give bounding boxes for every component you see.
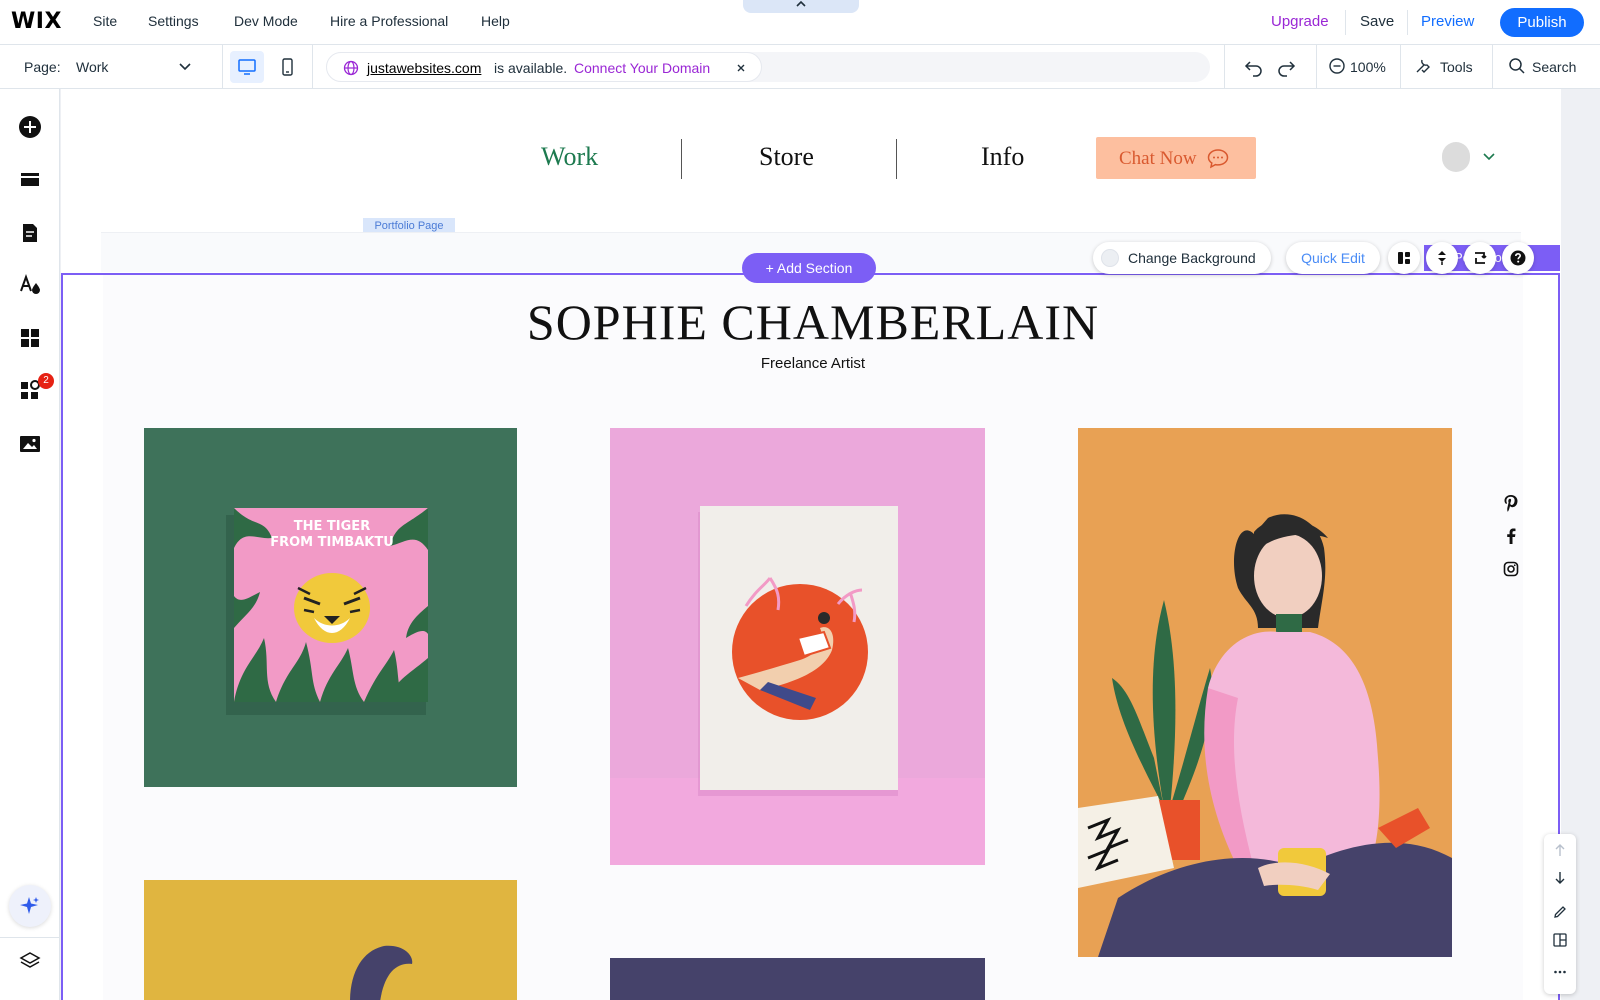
divider [312,45,313,89]
change-background-button[interactable]: Change Background [1093,242,1271,274]
preview-button[interactable]: Preview [1421,13,1474,30]
desktop-view-button[interactable] [230,51,264,83]
domain-name-link[interactable]: justawebsites.com [367,60,481,76]
globe-icon [343,60,359,76]
animation-button[interactable] [1464,242,1496,274]
quick-edit-button[interactable]: Quick Edit [1286,242,1380,274]
edit-pencil-icon[interactable] [1552,904,1568,920]
divider [1224,45,1225,89]
desktop-icon [238,58,256,76]
help-button[interactable] [1502,242,1534,274]
chat-bubble-icon [1206,147,1230,169]
section-move-tools [1544,834,1576,994]
change-background-label: Change Background [1128,250,1256,266]
menu-help[interactable]: Help [481,13,510,29]
notification-badge: 2 [38,373,54,389]
move-down-icon[interactable] [1552,870,1568,886]
nav-store[interactable]: Store [759,142,814,172]
portfolio-section[interactable]: SOPHIE CHAMBERLAIN Freelance Artist THE … [61,273,1560,1000]
save-button[interactable]: Save [1360,13,1394,30]
divider [1345,10,1346,35]
search-icon[interactable] [1508,57,1526,75]
nav-work[interactable]: Work [541,142,598,172]
layout-icon [1396,250,1412,266]
publish-button[interactable]: Publish [1500,8,1584,37]
media-icon[interactable] [18,432,42,456]
animation-icon [1472,250,1488,266]
domain-notice: justawebsites.com is available. Connect … [326,52,762,82]
collapse-toolbar-tab[interactable] [743,0,859,13]
artist-subtitle[interactable]: Freelance Artist [63,355,1561,372]
wix-logo[interactable]: WIX [11,9,62,34]
mobile-view-button[interactable] [270,51,304,83]
avatar[interactable] [1442,142,1470,172]
portfolio-image-dark[interactable] [610,958,985,1000]
redo-icon[interactable] [1276,57,1296,77]
portfolio-image-woman-plant[interactable] [1078,428,1452,957]
chevron-up-icon [794,0,808,9]
instagram-icon[interactable] [1503,560,1519,578]
menu-site[interactable]: Site [93,13,117,29]
tools-icon[interactable] [1414,57,1432,75]
nav-divider [681,139,682,179]
section-layout-icon[interactable] [1552,932,1568,948]
zoom-out-icon[interactable] [1328,57,1346,75]
domain-available-text: is available. [494,60,568,76]
domain-banner: justawebsites.com is available. Connect … [326,52,1210,82]
nav-info[interactable]: Info [981,142,1024,172]
editor-toolbar: Page: Work justawebsites.com is availabl… [0,45,1600,89]
artist-name[interactable]: SOPHIE CHAMBERLAIN [63,293,1561,351]
tiger-book-title-line1: THE TIGER [294,519,370,534]
undo-icon[interactable] [1244,57,1264,77]
move-up-icon[interactable] [1552,842,1568,858]
connect-domain-link[interactable]: Connect Your Domain [574,60,710,76]
page-label: Page: [24,59,61,75]
left-toolbar: 2 [0,89,60,1000]
portfolio-image-yellow[interactable] [144,880,517,1000]
chat-now-button[interactable]: Chat Now [1096,137,1256,179]
theme-icon[interactable] [18,273,42,297]
divider [1316,45,1317,89]
sparkle-icon [19,895,41,917]
layers-icon[interactable] [18,949,42,973]
divider [222,45,223,89]
mobile-icon [278,58,296,76]
sections-icon[interactable] [18,168,42,192]
top-bar: WIX Site Settings Dev Mode Hire a Profes… [0,0,1600,45]
facebook-icon[interactable] [1503,527,1519,545]
add-elements-icon[interactable] [18,115,42,139]
pages-icon[interactable] [18,221,42,245]
portfolio-image-pink-print[interactable] [610,428,985,865]
apps-icon[interactable] [18,326,42,350]
close-icon[interactable] [735,62,747,74]
nav-divider [896,139,897,179]
help-icon [1510,250,1526,266]
search-button[interactable]: Search [1532,59,1576,75]
menu-hire-professional[interactable]: Hire a Professional [330,13,448,29]
background-swatch [1101,249,1119,267]
layout-button[interactable] [1388,242,1420,274]
divider [1492,45,1493,89]
menu-dev-mode[interactable]: Dev Mode [234,13,298,29]
divider [1400,45,1401,89]
tools-button[interactable]: Tools [1440,59,1473,75]
chevron-down-icon[interactable] [1482,152,1496,162]
upgrade-link[interactable]: Upgrade [1271,13,1329,30]
arrange-button[interactable] [1426,242,1458,274]
add-section-button[interactable]: + Add Section [742,253,876,283]
arrange-icon [1434,250,1450,266]
pinterest-icon[interactable] [1503,494,1519,512]
chat-now-label: Chat Now [1119,148,1197,169]
ai-assistant-button[interactable] [9,885,51,927]
menu-settings[interactable]: Settings [148,13,199,29]
chevron-down-icon[interactable] [178,60,192,72]
site-canvas: Work Store Info Chat Now Portfolio Page … [61,89,1561,1000]
tiger-book-title-line2: FROM TIMBAKTU [270,535,394,550]
portfolio-image-tiger-book[interactable]: THE TIGER FROM TIMBAKTU [144,428,517,787]
more-options-icon[interactable] [1552,964,1568,980]
divider [0,937,60,938]
zoom-level[interactable]: 100% [1350,59,1386,75]
page-selector[interactable]: Work [76,59,108,75]
divider [1407,10,1408,35]
